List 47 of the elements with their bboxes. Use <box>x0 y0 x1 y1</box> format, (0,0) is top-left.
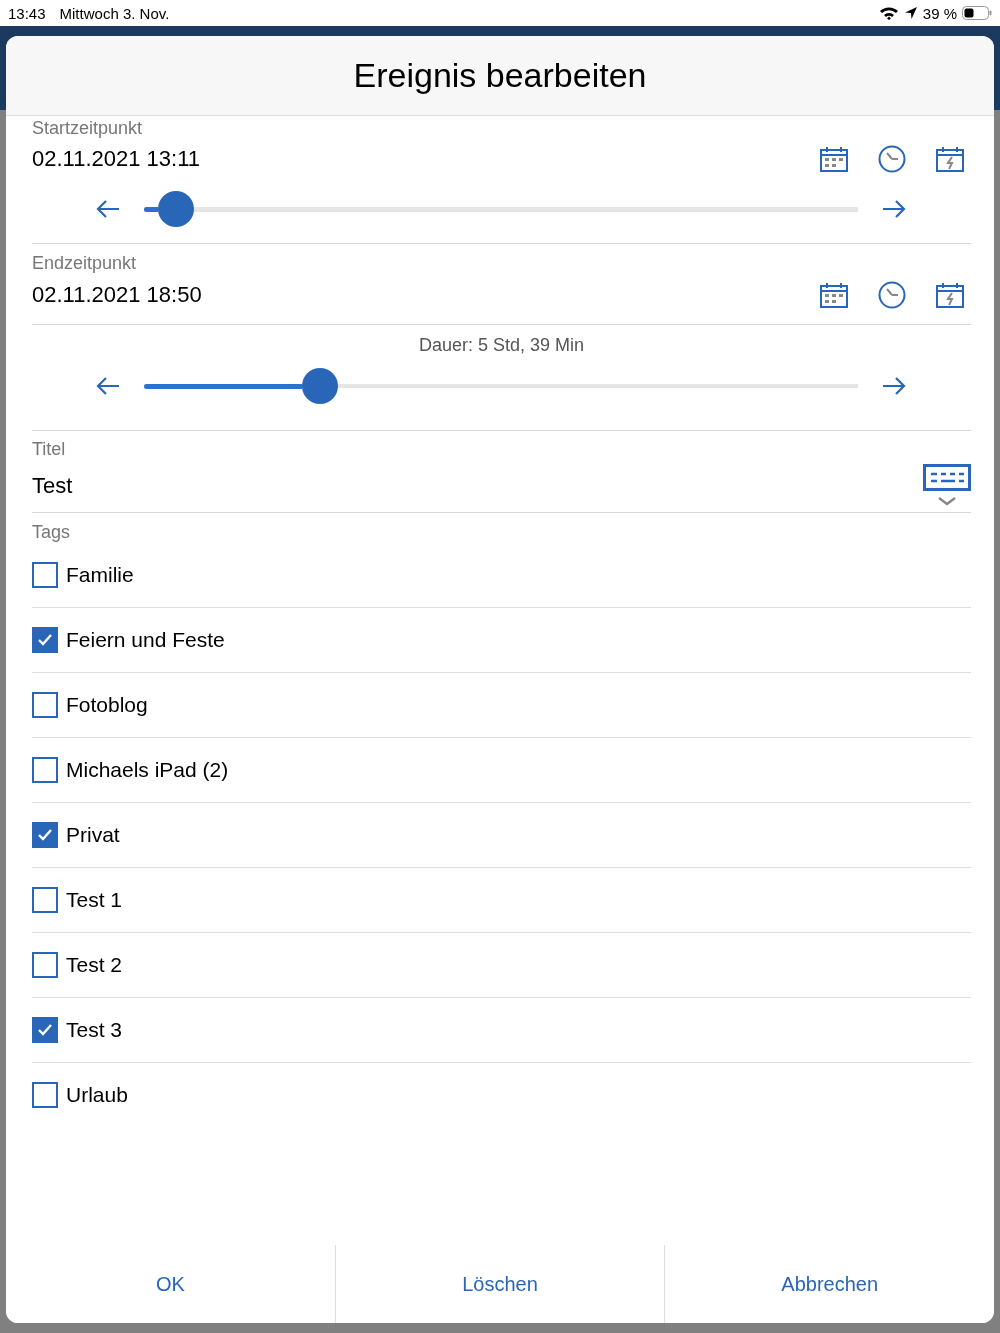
location-arrow-icon <box>903 6 918 20</box>
status-time: 13:43 <box>8 4 46 22</box>
calendar-icon[interactable] <box>820 282 848 308</box>
start-datetime[interactable]: 02.11.2021 13:11 <box>32 146 820 172</box>
calendar-lightning-icon[interactable] <box>936 282 964 308</box>
checkbox[interactable] <box>32 822 58 848</box>
tag-label[interactable]: Familie <box>66 563 134 587</box>
tag-label[interactable]: Test 1 <box>66 888 123 912</box>
right-arrow-icon[interactable] <box>882 199 906 219</box>
checkbox[interactable] <box>32 952 58 978</box>
battery-icon <box>962 6 992 20</box>
left-arrow-icon[interactable] <box>96 376 120 396</box>
tag-label[interactable]: Michaels iPad (2) <box>66 758 229 782</box>
checkbox[interactable] <box>32 887 58 913</box>
slider-thumb[interactable] <box>302 368 339 404</box>
checkbox[interactable] <box>32 627 58 653</box>
end-datetime[interactable]: 02.11.2021 18:50 <box>32 282 820 308</box>
status-date: Mittwoch 3. Nov. <box>59 4 170 22</box>
dialog-button[interactable]: Abbrechen <box>664 1245 994 1323</box>
duration-text: Dauer: 5 Std, 39 Min <box>417 335 586 356</box>
tag-label[interactable]: Fotoblog <box>66 693 148 717</box>
keyboard-icon[interactable] <box>923 464 971 508</box>
tag-label[interactable]: Privat <box>66 823 120 847</box>
clock-icon[interactable] <box>878 145 906 173</box>
checkbox[interactable] <box>32 757 58 783</box>
battery-percent: 39 % <box>922 4 957 22</box>
tag-label[interactable]: Test 3 <box>66 1018 123 1042</box>
left-arrow-icon[interactable] <box>96 199 120 219</box>
checkbox[interactable] <box>32 1082 58 1108</box>
dialog-title: Ereignis bearbeiten <box>353 56 647 95</box>
wifi-icon <box>878 6 899 20</box>
title-field[interactable]: Test <box>32 473 923 499</box>
tag-label[interactable]: Test 2 <box>66 953 123 977</box>
calendar-icon[interactable] <box>820 146 848 172</box>
clock-icon[interactable] <box>878 281 906 309</box>
field-label: Tags <box>32 522 72 543</box>
field-label: Endzeitpunkt <box>32 253 138 274</box>
tag-label[interactable]: Feiern und Feste <box>66 628 225 652</box>
slider-thumb[interactable] <box>158 191 195 227</box>
field-label: Startzeitpunkt <box>32 118 144 139</box>
checkbox[interactable] <box>32 562 58 588</box>
calendar-lightning-icon[interactable] <box>936 146 964 172</box>
checkbox[interactable] <box>32 692 58 718</box>
tag-label[interactable]: Urlaub <box>66 1083 128 1107</box>
field-label: Titel <box>32 439 67 460</box>
right-arrow-icon[interactable] <box>882 376 906 396</box>
checkbox[interactable] <box>32 1017 58 1043</box>
